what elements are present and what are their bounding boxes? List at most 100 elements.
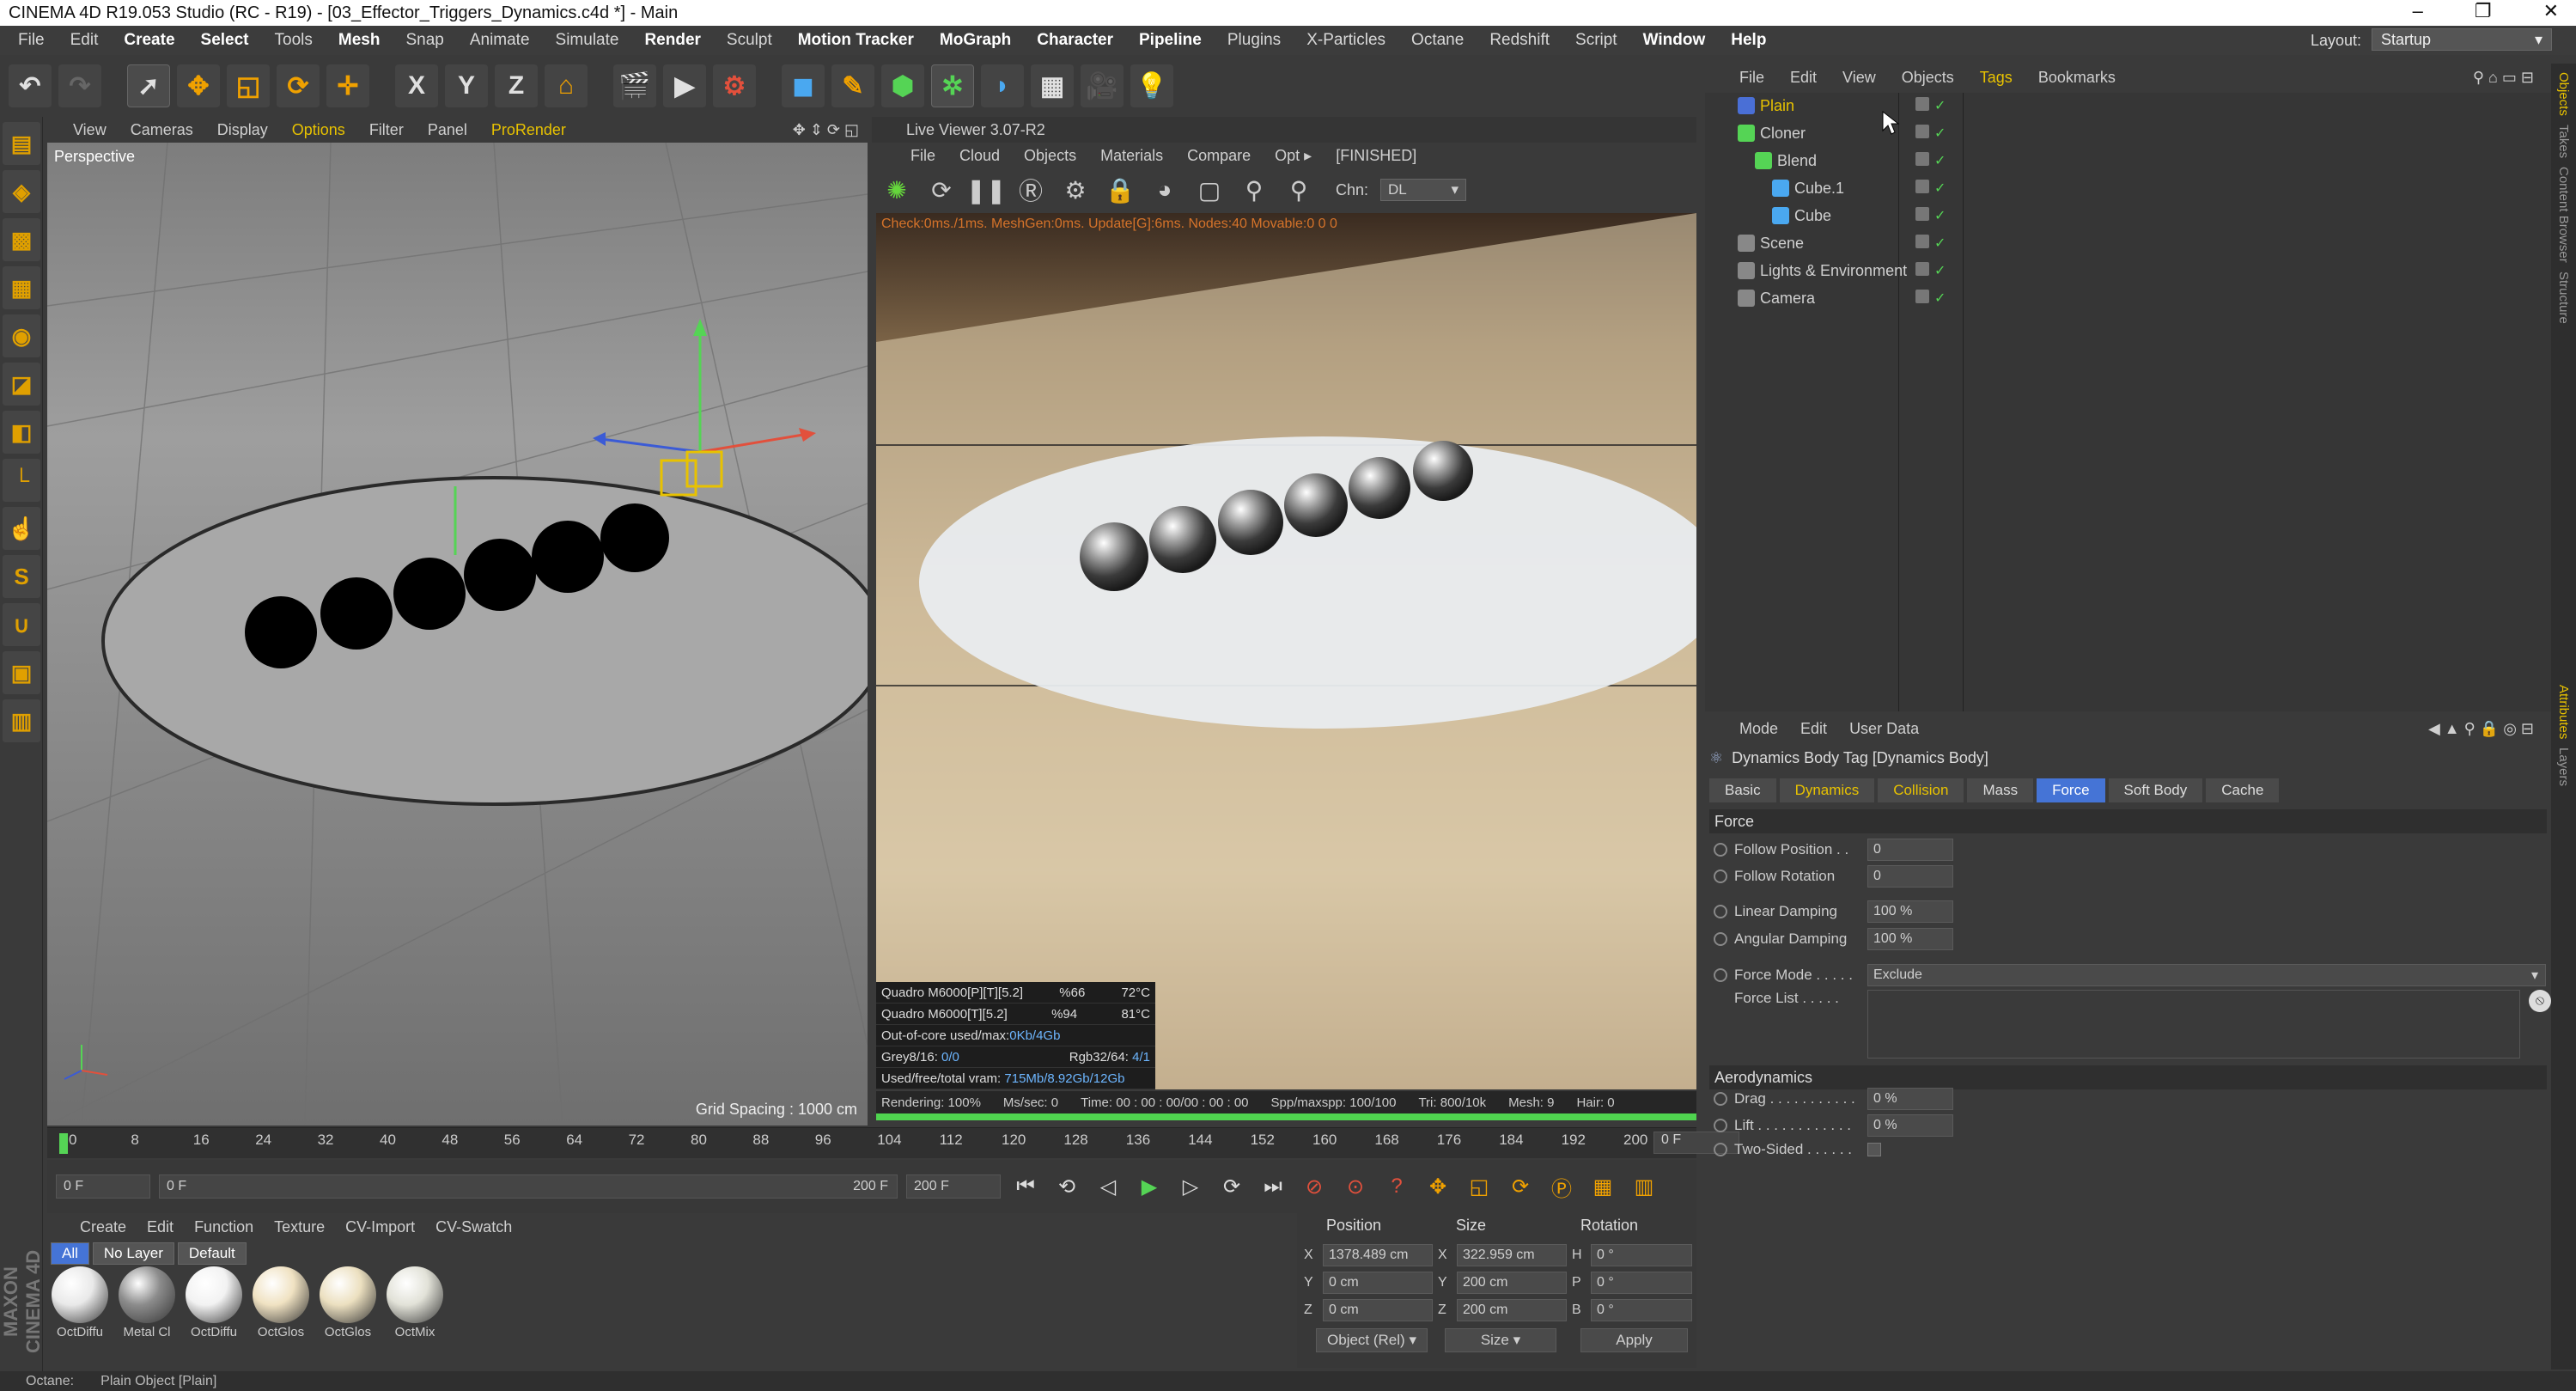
channel-select[interactable]: DL ▾ xyxy=(1380,179,1467,201)
object-row[interactable]: Lights & Environment ✓ xyxy=(1705,258,2551,284)
tab-basic[interactable]: Basic xyxy=(1709,778,1776,802)
follow-rotation-field[interactable]: 0 xyxy=(1867,865,1953,888)
filter-no-layer[interactable]: No Layer xyxy=(92,1242,174,1265)
apply-button[interactable]: Apply xyxy=(1580,1328,1688,1352)
lv-menu-options[interactable]: Opt ▸ xyxy=(1275,147,1312,165)
attr-menu-mode[interactable]: Mode xyxy=(1739,720,1778,738)
material-ball-icon[interactable]: ◕ xyxy=(1148,174,1181,206)
spline-pen-icon[interactable]: ✎ xyxy=(831,64,874,107)
attr-nav-icons[interactable]: ◀ ▲ ⚲ 🔒 ◎ ⊟ xyxy=(2428,720,2534,738)
rotation-h-field[interactable]: 0 ° xyxy=(1591,1244,1692,1266)
viewport-menu-display[interactable]: Display xyxy=(217,121,268,139)
enabled-check-icon[interactable]: ✓ xyxy=(1934,262,1946,279)
enabled-check-icon[interactable]: ✓ xyxy=(1934,235,1946,252)
lv-menu-cloud[interactable]: Cloud xyxy=(959,147,1000,165)
redo-icon[interactable]: ↷ xyxy=(58,64,101,107)
menu-character[interactable]: Character xyxy=(1024,31,1126,50)
step-forward-icon[interactable]: ▷ xyxy=(1174,1170,1207,1203)
magnet-icon[interactable]: ∪ xyxy=(3,603,40,646)
menu-pipeline[interactable]: Pipeline xyxy=(1126,31,1215,50)
tweak-mode-icon[interactable]: ☝ xyxy=(3,507,40,550)
force-list-box[interactable] xyxy=(1867,990,2520,1059)
animate-radio-icon[interactable] xyxy=(1714,968,1727,982)
menu-tools[interactable]: Tools xyxy=(262,31,326,50)
live-select-icon[interactable]: ✛ xyxy=(326,64,369,107)
loop-forward-icon[interactable]: ⟳ xyxy=(1215,1170,1248,1203)
menu-octane[interactable]: Octane xyxy=(1398,31,1477,50)
menu-edit[interactable]: Edit xyxy=(58,31,112,50)
settings-gear-icon[interactable]: ⚙ xyxy=(1059,174,1092,206)
mat-menu-create[interactable]: Create xyxy=(80,1218,126,1236)
go-to-start-icon[interactable]: ⏮ xyxy=(1009,1170,1042,1203)
filter-default[interactable]: Default xyxy=(177,1242,247,1265)
om-menu-view[interactable]: View xyxy=(1842,69,1876,87)
object-visibility-flags[interactable]: ✓ xyxy=(1915,125,1946,142)
mat-menu-edit[interactable]: Edit xyxy=(147,1218,174,1236)
layer-color-swatch[interactable] xyxy=(1915,180,1929,193)
filter-all[interactable]: All xyxy=(51,1242,89,1265)
viewport-menu-options[interactable]: Options xyxy=(292,121,345,139)
light-icon[interactable]: 💡 xyxy=(1130,64,1173,107)
tab-attributes[interactable]: Attributes xyxy=(2556,685,2571,739)
linear-damping-field[interactable]: 100 % xyxy=(1867,900,1953,923)
keyframe-selection-icon[interactable]: ? xyxy=(1380,1170,1413,1203)
close-icon[interactable]: ✕ xyxy=(2543,0,2559,22)
playhead-marker[interactable] xyxy=(59,1133,68,1154)
viewport-menu-filter[interactable]: Filter xyxy=(369,121,404,139)
position-x-field[interactable]: 1378.489 cm xyxy=(1323,1244,1433,1266)
enabled-check-icon[interactable]: ✓ xyxy=(1934,152,1946,169)
layer-color-swatch[interactable] xyxy=(1915,290,1929,303)
cube-primitive-icon[interactable]: ◼ xyxy=(782,64,825,107)
make-editable-icon[interactable]: ▤ xyxy=(3,122,40,165)
om-menu-objects[interactable]: Objects xyxy=(1902,69,1954,87)
size-z-field[interactable]: 200 cm xyxy=(1457,1299,1567,1321)
tab-force[interactable]: Force xyxy=(2037,778,2105,802)
menu-help[interactable]: Help xyxy=(1718,31,1779,50)
timeline-icon[interactable]: ▥ xyxy=(1628,1170,1660,1203)
animate-radio-icon[interactable] xyxy=(1714,1143,1727,1156)
menu-window[interactable]: Window xyxy=(1630,31,1719,50)
restart-render-icon[interactable]: ⟳ xyxy=(925,174,958,206)
menu-mesh[interactable]: Mesh xyxy=(326,31,393,50)
layer-color-swatch[interactable] xyxy=(1915,262,1929,276)
frame-range-slider[interactable]: 0 F 200 F xyxy=(159,1174,898,1199)
viewport-menu-prorender[interactable]: ProRender xyxy=(491,121,566,139)
object-row[interactable]: Camera ✓ xyxy=(1705,285,2551,311)
key-pla-icon[interactable]: ▦ xyxy=(1586,1170,1619,1203)
record-icon[interactable]: ⊘ xyxy=(1298,1170,1331,1203)
rotation-p-field[interactable]: 0 ° xyxy=(1591,1272,1692,1294)
om-menu-file[interactable]: File xyxy=(1739,69,1764,87)
menu-plugins[interactable]: Plugins xyxy=(1215,31,1294,50)
axis-y-button[interactable]: Y xyxy=(445,64,488,107)
tab-collision[interactable]: Collision xyxy=(1878,778,1964,802)
tab-dynamics[interactable]: Dynamics xyxy=(1779,778,1875,802)
object-row[interactable]: Scene ✓ xyxy=(1705,230,2551,256)
key-rotation-icon[interactable]: ⟳ xyxy=(1504,1170,1537,1203)
object-row[interactable]: Blend ✓ xyxy=(1705,148,2551,174)
enabled-check-icon[interactable]: ✓ xyxy=(1934,290,1946,307)
texture-mode-icon[interactable]: ▩ xyxy=(3,218,40,261)
mat-menu-function[interactable]: Function xyxy=(194,1218,253,1236)
mat-menu-cv-swatch[interactable]: CV-Swatch xyxy=(435,1218,512,1236)
layer-color-swatch[interactable] xyxy=(1915,125,1929,138)
menu-x-particles[interactable]: X-Particles xyxy=(1294,31,1398,50)
lock-icon[interactable]: 🔒 xyxy=(1104,174,1136,206)
axis-x-button[interactable]: X xyxy=(395,64,438,107)
material-swatch[interactable]: OctGlos xyxy=(319,1266,377,1349)
object-row[interactable]: Cloner ✓ xyxy=(1705,120,2551,146)
play-icon[interactable]: ▶ xyxy=(1133,1170,1166,1203)
size-y-field[interactable]: 200 cm xyxy=(1457,1272,1567,1294)
layout-select[interactable]: Startup ▾ xyxy=(2372,28,2552,51)
region-render-icon[interactable]: Ⓡ xyxy=(1014,174,1047,206)
layer-color-swatch[interactable] xyxy=(1915,235,1929,248)
tab-layers[interactable]: Layers xyxy=(2556,747,2571,786)
menu-redshift[interactable]: Redshift xyxy=(1477,31,1562,50)
om-menu-tags[interactable]: Tags xyxy=(1980,69,2013,87)
deformer-icon[interactable]: ◗ xyxy=(981,64,1024,107)
object-visibility-flags[interactable]: ✓ xyxy=(1915,180,1946,197)
tab-soft-body[interactable]: Soft Body xyxy=(2108,778,2203,802)
force-mode-select[interactable]: Exclude ▾ xyxy=(1867,964,2546,986)
object-row[interactable]: Cube ✓ xyxy=(1705,203,2551,229)
key-scale-icon[interactable]: ◱ xyxy=(1463,1170,1495,1203)
menu-animate[interactable]: Animate xyxy=(457,31,543,50)
